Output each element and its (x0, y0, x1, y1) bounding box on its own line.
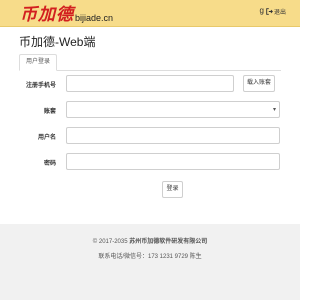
company-name: 苏州币加德软件研发有限公司 (129, 239, 208, 245)
login-button[interactable]: 登录 (162, 181, 183, 198)
copyright-years: © 2017-2035 (92, 239, 128, 245)
logo-text-en: bijiade.cn (75, 13, 114, 23)
tab-user-login[interactable]: 用户登录 (19, 54, 58, 71)
phone-input[interactable] (66, 75, 234, 92)
phone-label: 注册手机号 (25, 83, 56, 89)
logout-button[interactable]: 退出 (266, 7, 286, 16)
contact-line: 联系电话/微信号：173 1231 9729 陈生 (98, 254, 202, 260)
username-input[interactable] (66, 127, 280, 144)
user-area: g 退出 (260, 6, 286, 16)
logo-text-cn: 币加德 (20, 5, 74, 25)
top-bar: 币加德 bijiade.cn g 退出 (0, 0, 300, 27)
tab-bar: 用户登录 (19, 54, 281, 71)
form-row-password: 密码 (20, 153, 282, 170)
account-set-select[interactable]: ▾ (66, 101, 280, 118)
password-input[interactable] (66, 153, 280, 170)
password-label: 密码 (43, 161, 56, 167)
form-row-account-set: 账套 ▾ (20, 101, 282, 118)
footer: © 2017-2035 苏州币加德软件研发有限公司 联系电话/微信号：173 1… (0, 224, 300, 300)
username-label: 用户名 (37, 135, 56, 141)
user-initial[interactable]: g (260, 6, 264, 16)
form-row-phone: 注册手机号 载入账套 (20, 75, 282, 92)
chevron-down-icon: ▾ (272, 107, 276, 113)
page-title: 币加德-Web端 (19, 35, 96, 49)
load-account-set-button[interactable]: 载入账套 (243, 75, 275, 92)
account-set-label: 账套 (43, 109, 56, 115)
logo[interactable]: 币加德 bijiade.cn (20, 3, 113, 25)
form-row-username: 用户名 (20, 127, 282, 144)
logout-label: 退出 (273, 9, 286, 16)
copyright-line: © 2017-2035 苏州币加德软件研发有限公司 (0, 236, 300, 245)
logout-icon (266, 7, 273, 15)
